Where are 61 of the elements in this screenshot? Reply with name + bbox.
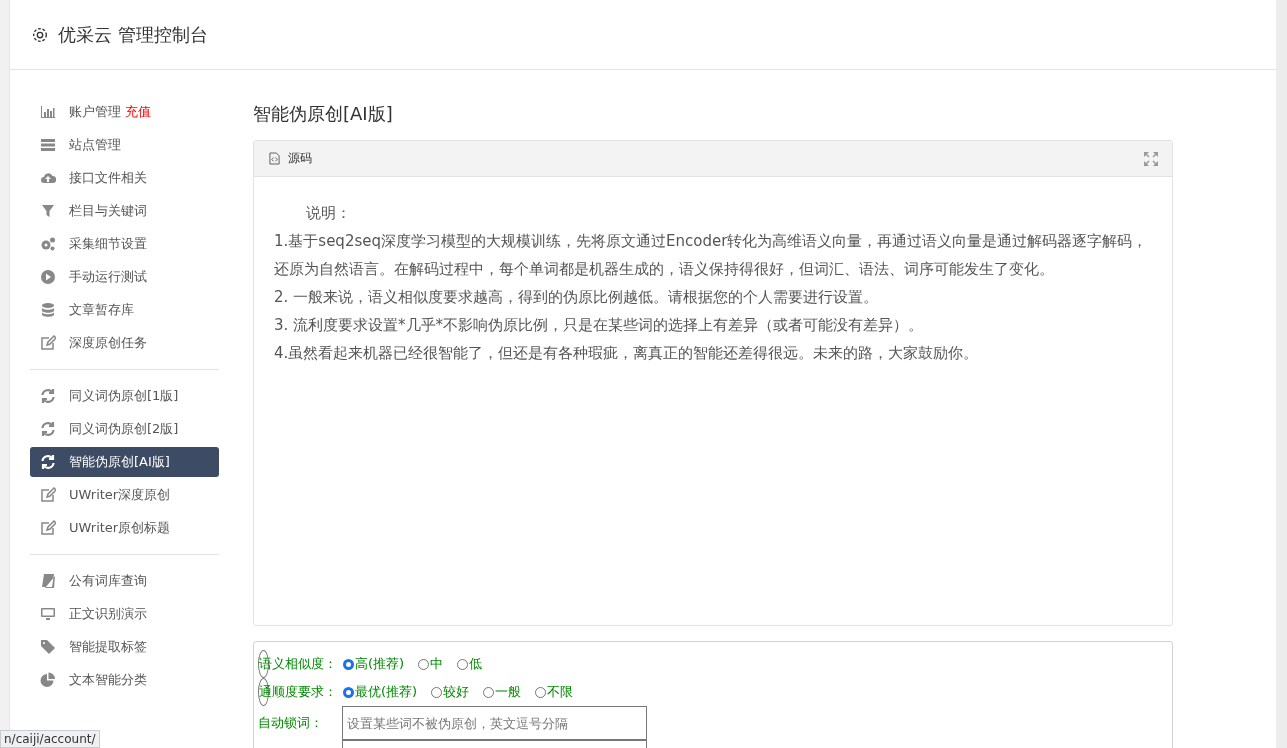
gears-icon [40,236,56,252]
input-field[interactable]: 设置某些词不被伪原创，英文逗号分隔 [342,706,647,740]
sidebar-item[interactable]: 采集细节设置 [30,229,219,259]
description-text: 4.虽然看起来机器已经很智能了，但还是有各种瑕疵，离真正的智能还差得很远。未来的路，大家鼓励你。 [274,343,980,364]
option-label: 语义相似度： [259,655,338,673]
sidebar-item[interactable]: 账户管理 充值 [30,97,219,127]
status-url: n/caiji/account/ [0,730,100,748]
sidebar-item[interactable]: 智能伪原创[AI版] [30,447,219,477]
sidebar-item[interactable]: UWriter深度原创 [30,480,219,510]
database-icon [40,302,56,318]
refresh-icon [40,421,56,437]
edit-icon [40,487,56,503]
source-button[interactable]: 源码 [269,150,312,167]
sidebar-item[interactable]: 文本智能分类 [30,665,219,695]
app-title: 优采云 管理控制台 [58,22,208,47]
description-text: 3. 流利度要求设置*几乎*不影响伪原比例，只是在某些词的选择上有差异（或者可能没有差异）。 [274,315,925,336]
sidebar-item[interactable]: 站点管理 [30,130,219,160]
description-heading: 说明： [305,203,352,224]
radio-option[interactable]: 低 [457,655,483,673]
sidebar-item[interactable]: 文章暂存库 [30,295,219,325]
radio-option[interactable]: 中 [418,655,444,673]
radio-button[interactable] [343,658,354,670]
settings-icon [31,25,49,44]
sidebar-item[interactable]: 深度原创任务 [30,328,219,358]
fullscreen-icon[interactable] [1144,151,1158,166]
scrollbar[interactable] [1276,0,1287,748]
description-text: 1.基于seq2seq深度学习模型的大规模训练，先将原文通过Encoder转化为高维语义向量，再通过语义向量是通过解码器逐字解码，还原为自然语言。在解码过程中，每个单词都是机器生成的，语义保持得很好，但词汇、语法、词序可能发生了变化。 [274,231,1149,280]
bar-chart-icon [40,104,56,120]
filter-icon [40,203,56,219]
monitor-icon [40,606,56,622]
code-file-icon [269,152,280,165]
refresh-icon [40,388,56,404]
radio-option[interactable]: 较好 [431,683,470,701]
radio-option[interactable]: 不限 [535,683,574,701]
page-title: 智能伪原创[AI版] [253,102,394,126]
description-text: 2. 一般来说，语义相似度要求越高，得到的伪原比例越低。请根据您的个人需要进行设置。 [274,287,880,308]
sidebar-item[interactable]: 栏目与关键词 [30,196,219,226]
sidebar-item[interactable]: 正文识别演示 [30,599,219,629]
field-label: 自动锁词： [258,714,324,732]
radio-button[interactable] [343,686,354,698]
recharge-link[interactable]: 充值 [125,103,151,121]
sidebar-item[interactable]: UWriter原创标题 [30,513,219,543]
sidebar-item[interactable]: 公有词库查询 [30,566,219,596]
play-icon [40,269,56,285]
refresh-icon [40,454,56,470]
sidebar-item[interactable]: 同义词伪原创[1版] [30,381,219,411]
sidebar-item[interactable]: 手动运行测试 [30,262,219,292]
option-label: 通顺度要求： [259,683,338,701]
sidebar-item[interactable]: 智能提取标签 [30,632,219,662]
tag-icon [40,639,56,655]
edit-icon [40,520,56,536]
cloud-upload-icon [40,170,56,186]
sidebar-item[interactable]: 接口文件相关 [30,163,219,193]
edit-icon [40,335,56,351]
book-icon [40,573,56,589]
sidebar-item[interactable]: 同义词伪原创[2版] [30,414,219,444]
radio-option[interactable]: 高(推荐) [343,655,405,673]
pie-chart-icon [40,672,56,688]
radio-option[interactable]: 一般 [483,683,522,701]
server-icon [40,137,56,153]
radio-option[interactable]: 最优(推荐) [343,683,418,701]
